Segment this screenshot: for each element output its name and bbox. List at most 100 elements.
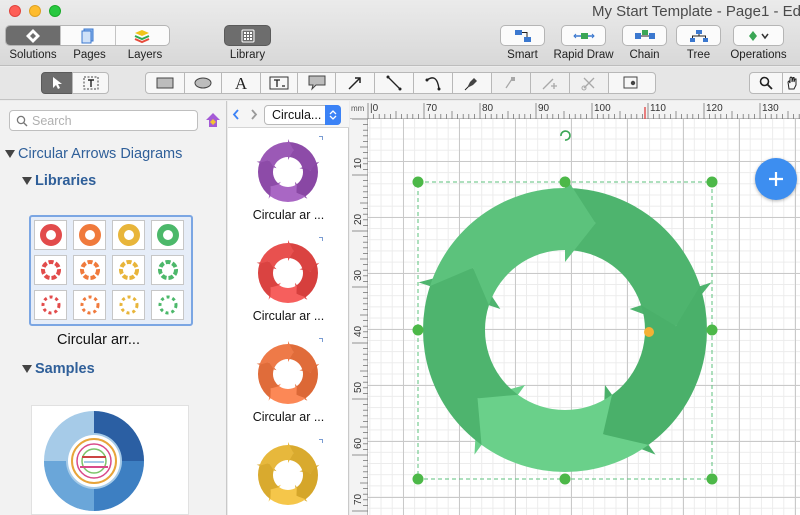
smart-button[interactable] [500,25,545,46]
ruler-tick-label: 90 [538,103,550,114]
library-select-value: Circula... [272,108,322,122]
vertical-ruler[interactable]: 10 20 30 40 50 60 70 [350,119,368,515]
view-segmented-control [5,25,170,46]
library-shape-item[interactable]: Circular ar ... [228,134,349,234]
ruler-tick-label: 70 [353,493,364,505]
text-tool[interactable]: A [221,72,261,94]
rotate-handle-icon[interactable] [560,130,571,141]
library-shape-item[interactable]: Circular ar ... [228,336,349,436]
ruler-tick-label: 10 [353,157,364,169]
circular-arrows-shape-icon [256,240,320,303]
horizontal-ruler[interactable]: mm 70 80 90 100 110 120 130 |0 [350,101,800,119]
library-preview-cell [73,220,106,250]
rectangle-icon [156,77,174,89]
operations-button[interactable] [733,25,784,46]
libraries-header[interactable]: Libraries [35,173,96,189]
library-button[interactable] [224,25,271,46]
select-tool[interactable] [41,72,73,94]
solution-title[interactable]: Circular Arrows Diagrams [18,146,182,162]
shape-marker-icon [623,76,638,89]
collapse-solution-arrow[interactable] [5,150,15,158]
insert-shape-tool[interactable] [608,72,656,94]
pen-tool[interactable] [452,72,492,94]
text-box-select-icon [83,76,98,90]
bezier-tool[interactable] [491,72,531,94]
chain-label: Chain [629,49,660,61]
hand-tool[interactable] [782,72,800,94]
library-grid-icon [241,29,254,42]
ellipse-tool[interactable] [184,72,222,94]
library-caption[interactable]: Circular arr... [57,332,140,348]
collapse-libraries-arrow[interactable] [22,177,32,185]
add-point-icon [542,78,557,90]
library-preview-cell [112,220,145,250]
smart-label: Smart [507,49,538,61]
circular-arrows-diagram[interactable] [368,119,800,515]
add-point-tool[interactable] [530,72,570,94]
samples-header[interactable]: Samples [35,361,95,377]
library-preview-cell [112,290,145,320]
text-box-tool[interactable] [260,72,298,94]
arc-icon [425,77,441,91]
ruler-tick-label: 60 [353,437,364,449]
collapse-samples-arrow[interactable] [22,365,32,373]
sample-thumbnail[interactable] [31,405,189,515]
library-preview-cell [73,255,106,285]
circular-arrows-shape-icon [256,139,320,202]
tree-button[interactable] [676,25,721,46]
arc-tool[interactable] [413,72,453,94]
library-preview-cell [34,290,67,320]
drawing-tools-bar: A [0,67,800,100]
canvas[interactable] [368,119,800,515]
diagonal-arrow-icon [348,77,361,90]
minimize-window-button[interactable] [29,5,41,17]
remove-point-tool[interactable] [569,72,609,94]
green-circular-arrow-ring[interactable] [418,176,712,472]
rapid-draw-button[interactable] [561,25,606,46]
library-preview-cell [73,290,106,320]
callout-tool[interactable] [297,72,336,94]
rectangle-tool[interactable] [145,72,185,94]
library-preview-cell [151,220,184,250]
close-window-button[interactable] [9,5,21,17]
select-stepper-icon [325,105,341,125]
solution-home-icon[interactable] [205,112,221,129]
library-select[interactable]: Circula... [264,105,341,125]
chevron-right-icon[interactable] [250,109,258,120]
library-shape-item[interactable]: Circular ar ... [228,235,349,335]
pages-icon [81,28,94,43]
line-tool[interactable] [374,72,414,94]
zoom-window-button[interactable] [49,5,61,17]
library-shape-item[interactable] [228,437,349,515]
tree-label: Tree [686,49,711,61]
chevron-left-icon[interactable] [232,109,240,120]
search-input[interactable] [32,113,192,129]
ruler-tick-label: 120 [706,103,723,114]
layers-button[interactable] [116,26,169,45]
arrow-line-tool[interactable] [335,72,375,94]
control-point-handle[interactable] [644,327,654,337]
search-field[interactable] [9,110,198,131]
add-plus-button[interactable] [755,158,797,200]
svg-text:A: A [235,75,248,91]
solutions-panel: Circular Arrows Diagrams Libraries Circu… [0,101,227,515]
chain-button[interactable] [622,25,667,46]
ruler-tick-label: 130 [762,103,779,114]
library-preview-cell [151,255,184,285]
operations-label: Operations [730,49,787,61]
library-thumbnail[interactable] [29,215,193,326]
zoom-tool[interactable] [749,72,783,94]
rapid-draw-icon [572,32,595,39]
pages-button[interactable] [61,26,116,45]
pointer-arrow-icon [53,77,62,89]
ruler-tick-label: |0 [370,103,379,114]
ruler-tick-label: 30 [353,269,364,281]
solutions-label: Solutions [9,49,57,61]
library-preview-cell [151,290,184,320]
plus-icon [769,172,783,186]
solutions-button[interactable] [6,26,62,45]
text-a-icon: A [235,75,248,91]
ruler-tick-label: 100 [594,103,611,114]
text-select-tool[interactable] [72,72,109,94]
ruler-tick-label: 110 [650,103,666,114]
